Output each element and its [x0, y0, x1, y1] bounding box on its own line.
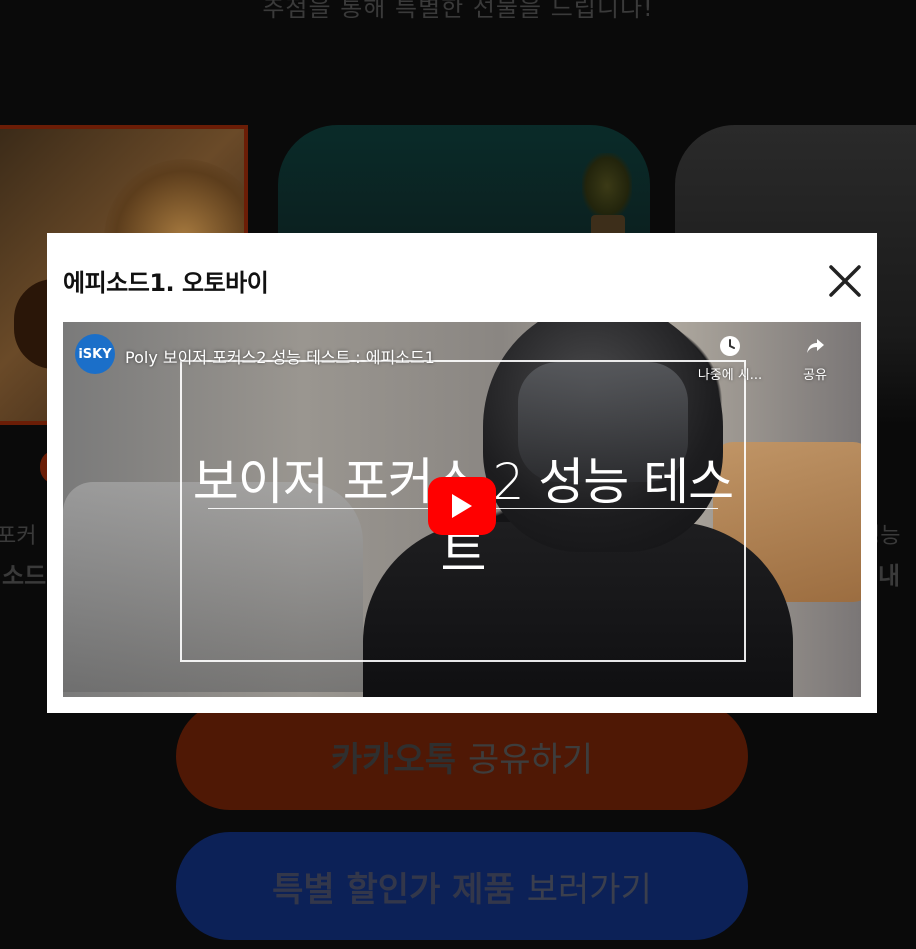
card-1-title: 소드	[2, 562, 47, 590]
channel-avatar[interactable]: iSKY	[75, 334, 115, 374]
kakao-share-label: 공유하기	[468, 739, 594, 780]
special-sale-bold: 특별 할인가 제품	[272, 869, 515, 910]
kakao-share-bold: 카카오톡	[330, 739, 456, 780]
video-title[interactable]: Poly 보이저 포커스2 성능 테스트 : 에피소드1	[125, 344, 435, 368]
watch-later-label: 나중에 시...	[697, 368, 763, 383]
share-icon	[807, 339, 824, 353]
kakao-share-button[interactable]: 카카오톡 공유하기	[176, 702, 748, 810]
watch-later-button[interactable]: 나중에 시...	[690, 334, 770, 383]
video-modal: 에피소드1. 오토바이 보이저 포커스 2 성능 테스트 iSKY Poly 보…	[47, 233, 877, 713]
page-subtitle: 추첨을 통해 특별한 선물을 드립니다!	[262, 0, 654, 22]
special-sale-button[interactable]: 특별 할인가 제품 보러가기	[176, 832, 748, 940]
clock-icon	[720, 336, 740, 356]
close-icon[interactable]	[825, 261, 865, 301]
card-3-title: 내	[878, 562, 901, 590]
share-label: 공유	[803, 368, 827, 383]
card-1-caption: 포커	[0, 524, 37, 549]
share-button[interactable]: 공유	[775, 334, 855, 383]
youtube-video-player[interactable]: 보이저 포커스 2 성능 테스트 iSKY Poly 보이저 포커스2 성능 테…	[63, 322, 861, 697]
modal-title: 에피소드1. 오토바이	[63, 269, 269, 297]
youtube-play-icon[interactable]	[428, 477, 496, 535]
special-sale-label: 보러가기	[526, 869, 652, 910]
